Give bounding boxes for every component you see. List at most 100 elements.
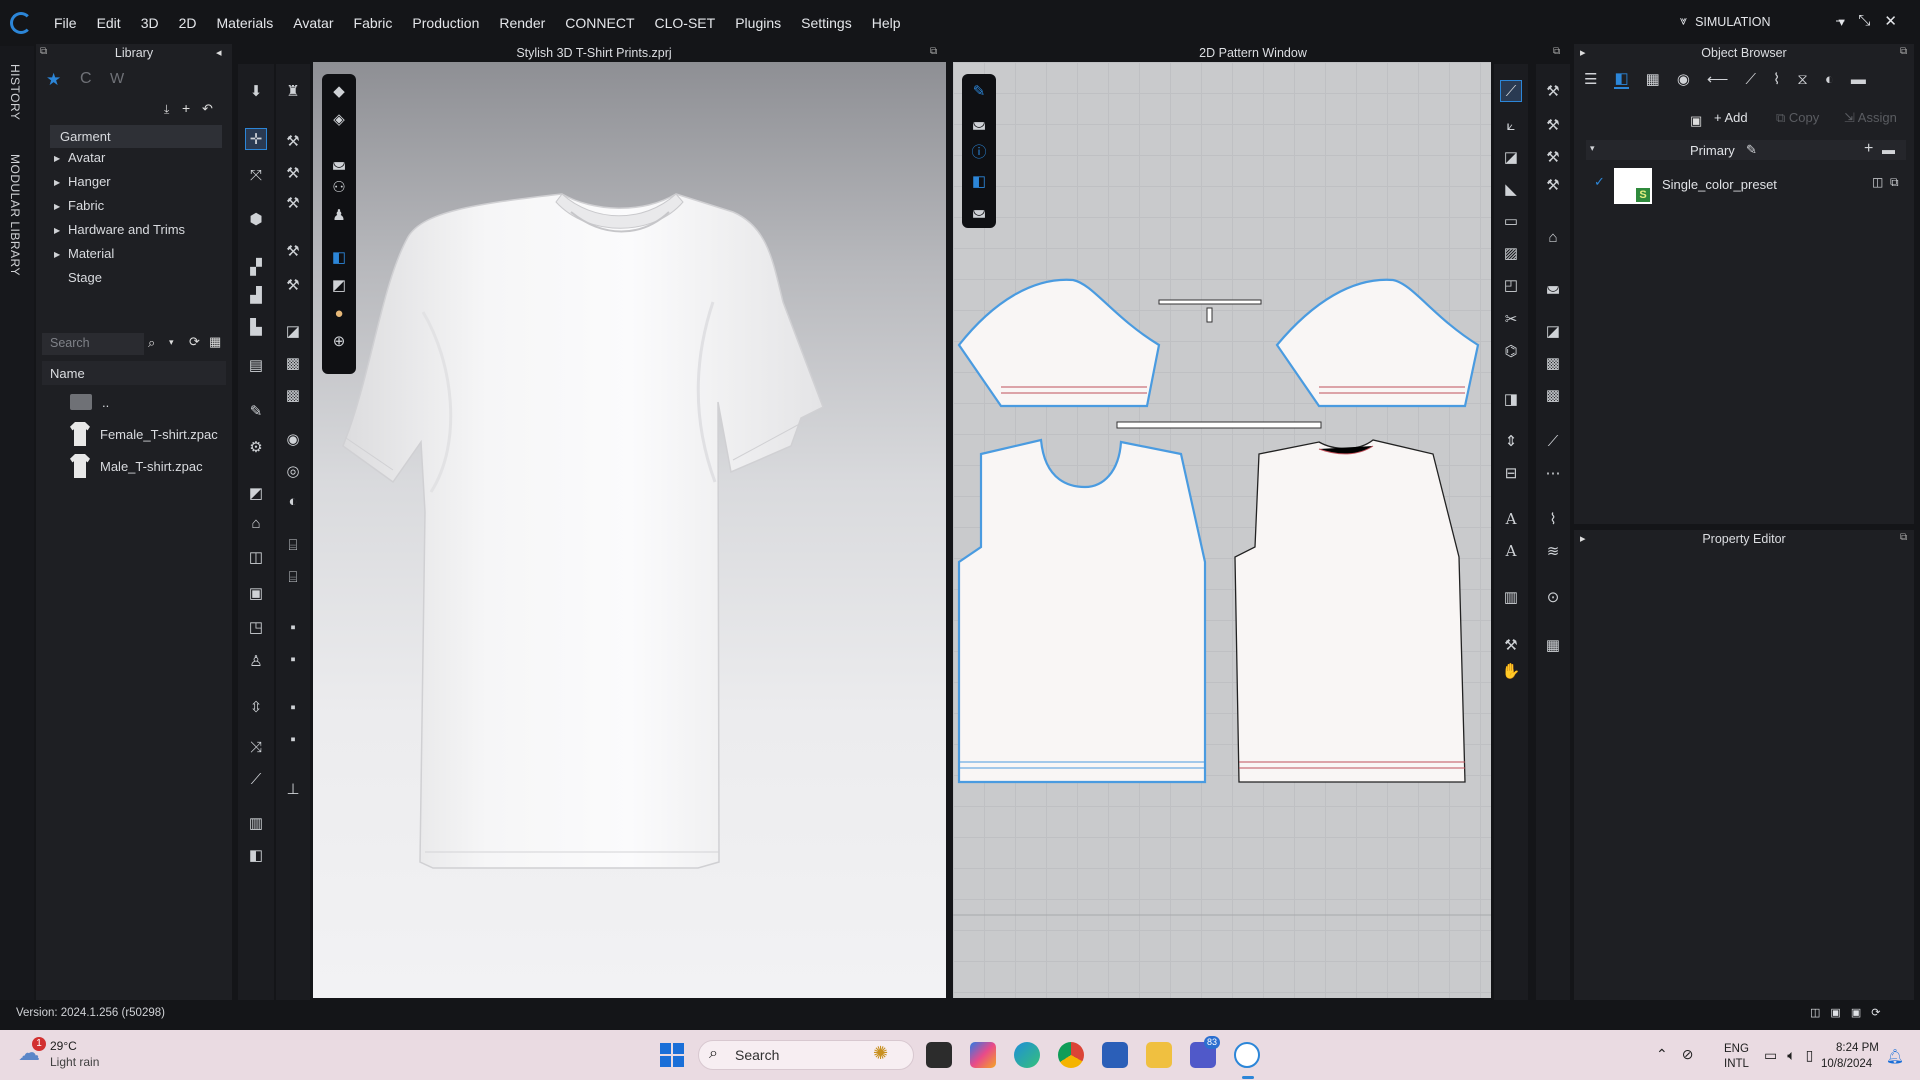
- tack-icon[interactable]: ▙: [245, 316, 267, 338]
- camera-icon[interactable]: ⊙: [1542, 586, 1564, 608]
- filter-dropdown-icon[interactable]: ▾: [169, 337, 174, 348]
- task-view-icon[interactable]: [926, 1042, 952, 1068]
- refresh-icon[interactable]: ⟳: [1871, 1006, 1880, 1019]
- clo-icon[interactable]: C: [80, 70, 92, 88]
- elastic-icon[interactable]: ⌇: [1542, 508, 1564, 530]
- button-icon[interactable]: ◳: [245, 616, 267, 638]
- folder-add-icon[interactable]: ▣: [1690, 113, 1702, 129]
- add-button[interactable]: + Add: [1714, 110, 1748, 125]
- garment-view-icon[interactable]: ◛: [968, 198, 990, 220]
- notch-icon[interactable]: ⌬: [1500, 340, 1522, 362]
- refresh-icon[interactable]: ⟳: [189, 334, 200, 350]
- gather-icon[interactable]: ◐: [282, 490, 304, 512]
- shaded-view-icon[interactable]: ◩: [328, 274, 350, 296]
- brush-icon[interactable]: ⚙: [245, 436, 267, 458]
- minimize-icon[interactable]: –: [1836, 12, 1844, 30]
- fold-2d-icon[interactable]: ◨: [1500, 388, 1522, 410]
- zip-2d-icon[interactable]: ◪: [1542, 320, 1564, 342]
- sew-icon[interactable]: ⚒: [282, 130, 304, 152]
- search-icon[interactable]: ⌕: [148, 335, 155, 351]
- globe-icon[interactable]: ⊕: [328, 330, 350, 352]
- tree-item-garment[interactable]: Garment: [50, 125, 222, 148]
- check-sew-icon[interactable]: ⚒: [1542, 174, 1564, 196]
- menu-materials[interactable]: Materials: [207, 0, 284, 46]
- topstitch-icon[interactable]: ▩: [282, 384, 304, 406]
- table-icon[interactable]: ▦: [1542, 634, 1564, 656]
- split-view-icon[interactable]: ◫: [1810, 1006, 1820, 1019]
- trim-tab-icon[interactable]: ⧖: [1797, 71, 1808, 88]
- avatar-icon[interactable]: ♙: [245, 650, 267, 672]
- download-icon[interactable]: ⤓: [164, 102, 169, 117]
- detach-icon[interactable]: ⧉: [1900, 46, 1907, 57]
- paint-icon[interactable]: ◩: [245, 482, 267, 504]
- w-icon[interactable]: W: [110, 70, 124, 87]
- info-icon[interactable]: ⓘ: [968, 140, 990, 162]
- menu-fabric[interactable]: Fabric: [344, 0, 403, 46]
- cube-alt-icon[interactable]: ◈: [328, 108, 350, 130]
- arrange-icon[interactable]: ▟: [245, 284, 267, 306]
- tree-item-fabric[interactable]: Fabric: [68, 198, 104, 213]
- menu-clo-set[interactable]: CLO-SET: [645, 0, 726, 46]
- taskbar-search-box[interactable]: ⌕ Search ✺: [698, 1040, 914, 1070]
- simulation-mode-dropdown[interactable]: ⩔ SIMULATION ▾: [1680, 14, 1845, 29]
- menu-connect[interactable]: CONNECT: [555, 0, 644, 46]
- anchor-icon[interactable]: ⊥: [282, 778, 304, 800]
- pen-2d-icon[interactable]: ✎: [968, 80, 990, 102]
- button-tab-icon[interactable]: ◉: [1677, 70, 1690, 88]
- sew-2d-icon[interactable]: ⚒: [1542, 80, 1564, 102]
- tuck-icon[interactable]: ⚒: [282, 274, 304, 296]
- pin-icon[interactable]: ▤: [245, 354, 267, 376]
- list-item-female-tshirt[interactable]: Female_T-shirt.zpac: [70, 422, 218, 446]
- store-icon[interactable]: [1102, 1042, 1128, 1068]
- menu-3d[interactable]: 3D: [131, 0, 169, 46]
- text-icon[interactable]: A: [1500, 508, 1522, 530]
- library-search-input[interactable]: Search: [42, 333, 144, 355]
- pose-icon[interactable]: ♜: [282, 80, 304, 102]
- back-icon[interactable]: ↶: [202, 101, 213, 117]
- shirt-3d-icon[interactable]: ▥: [245, 812, 267, 834]
- tab-modular-library[interactable]: MODULAR LIBRARY: [8, 154, 22, 276]
- detach-icon[interactable]: ⧉: [930, 46, 937, 57]
- add-icon[interactable]: +: [182, 100, 190, 116]
- show-trims-icon[interactable]: ⚇: [328, 176, 350, 198]
- grid-view-icon[interactable]: ▦: [209, 334, 221, 350]
- list-item-preset[interactable]: ✓ S Single_color_preset ◫ ⧉: [1586, 164, 1906, 204]
- clo-app-icon[interactable]: [1234, 1042, 1260, 1068]
- volume-icon[interactable]: 🔈︎: [1787, 1047, 1795, 1064]
- zipper-tab-icon[interactable]: ⌇: [1773, 70, 1780, 88]
- fabric-tab-icon[interactable]: ◧: [1614, 69, 1629, 89]
- list-item-male-tshirt[interactable]: Male_T-shirt.zpac: [70, 454, 203, 478]
- dashed-line-icon[interactable]: ⋯: [1542, 462, 1564, 484]
- segment-sew-icon[interactable]: ⚒: [282, 162, 304, 184]
- trim-icon[interactable]: ⌸: [282, 534, 304, 556]
- menu-render[interactable]: Render: [489, 0, 555, 46]
- detach-icon[interactable]: ⧉: [1900, 532, 1907, 543]
- free-sew-2d-icon[interactable]: ⚒: [1542, 146, 1564, 168]
- panel-alt-icon[interactable]: ▪: [282, 728, 304, 750]
- texture-view-icon[interactable]: ◧: [328, 246, 350, 268]
- hardware-icon[interactable]: ⌸: [282, 566, 304, 588]
- button-add-icon[interactable]: ◉: [282, 428, 304, 450]
- edit-point-icon[interactable]: ⟀: [1500, 114, 1522, 136]
- tree-item-material[interactable]: Material: [68, 246, 114, 261]
- list-item-parent[interactable]: ..: [70, 394, 109, 410]
- menu-settings[interactable]: Settings: [791, 0, 862, 46]
- menu-plugins[interactable]: Plugins: [725, 0, 791, 46]
- 2d-pattern-viewport[interactable]: [953, 62, 1491, 998]
- cut-icon[interactable]: ✂: [1500, 308, 1522, 330]
- panel-icon[interactable]: ▪: [282, 696, 304, 718]
- duplicate-icon[interactable]: ⧉: [1890, 175, 1899, 190]
- apply-icon[interactable]: ◫: [1872, 175, 1883, 189]
- pattern-icon[interactable]: ⬢: [245, 208, 267, 230]
- favorites-star-icon[interactable]: ★: [46, 70, 61, 90]
- collapse-arrow-icon[interactable]: ▸: [1580, 46, 1586, 59]
- display-icon[interactable]: ▭: [1764, 1047, 1777, 1064]
- move-down-icon[interactable]: ⬇: [245, 80, 267, 102]
- collapse-arrow-icon[interactable]: ◂: [216, 46, 222, 59]
- 3d-viewport[interactable]: [313, 62, 946, 998]
- ruler-icon[interactable]: ⟋: [245, 768, 267, 790]
- box-alt-icon[interactable]: ▪: [282, 648, 304, 670]
- edit-pencil-icon[interactable]: ✎: [1746, 142, 1757, 158]
- avatar-tab-icon[interactable]: ◐: [1825, 71, 1834, 88]
- menu-avatar[interactable]: Avatar: [283, 0, 343, 46]
